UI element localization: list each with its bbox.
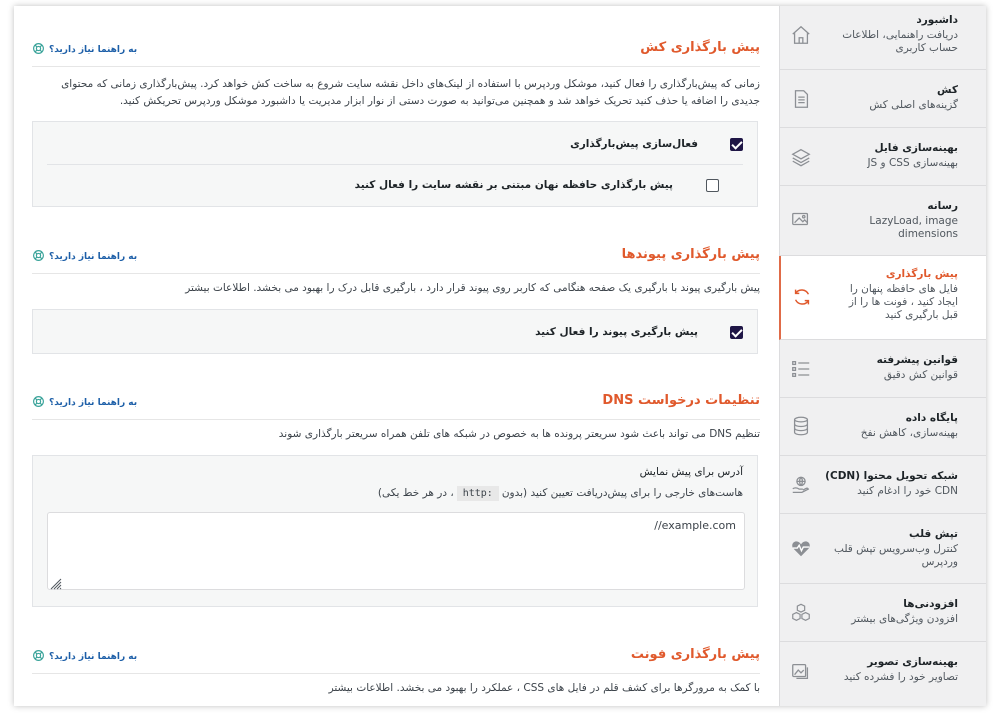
section-font-preload-header: پیش بارگذاری فونت به راهنما نیاز دارید؟ xyxy=(32,647,760,674)
link-preload-options-box: پیش بارگیری پیوند را فعال کنید xyxy=(32,309,758,354)
dns-field-label: آدرس برای پیش نمایش xyxy=(639,466,743,478)
lifebuoy-icon xyxy=(32,395,45,411)
sidebar-item-addons[interactable]: افزودنی‌ها افزودن ویژگی‌های بیشتر xyxy=(780,584,986,642)
sidebar-item-title: شبکه تحویل محتوا (CDN) xyxy=(825,470,958,482)
section-description: تنظیم DNS می تواند باعث شود سریعتر پروند… xyxy=(278,428,760,440)
help-link-label: به راهنما نیاز دارید؟ xyxy=(49,252,138,262)
database-icon xyxy=(790,415,812,437)
help-link[interactable]: به راهنما نیاز دارید؟ xyxy=(32,42,137,58)
sidebar-item-advanced-rules[interactable]: قوانین پیشرفته قوانین کش دقیق xyxy=(780,340,986,398)
sidebar-item-desc: کنترل وب‌سرویس تپش قلب وردپرس xyxy=(834,543,958,568)
link-preload-checkbox[interactable] xyxy=(730,326,743,339)
help-link-label: به راهنما نیاز دارید؟ xyxy=(49,398,138,408)
sidebar-item-media[interactable]: رسانه LazyLoad, image dimensions xyxy=(780,186,986,256)
section-title: پیش بارگذاری پیوندها xyxy=(621,247,760,262)
sidebar-item-database[interactable]: پایگاه داده بهینه‌سازی، کاهش نفخ xyxy=(780,398,986,456)
help-link-label: به راهنما نیاز دارید؟ xyxy=(49,652,138,662)
dns-hint-before: هاست‌های خارجی را برای پیش‌دریافت تعیین … xyxy=(501,487,743,499)
help-link[interactable]: به راهنما نیاز دارید؟ xyxy=(32,249,137,265)
cubes-icon xyxy=(790,602,812,624)
sidebar-item-heartbeat[interactable]: تپش قلب کنترل وب‌سرویس تپش قلب وردپرس xyxy=(780,514,986,584)
lifebuoy-icon xyxy=(32,649,45,665)
option-label: فعال‌سازی پیش‌بارگذاری xyxy=(570,138,698,150)
section-description: با کمک به مرورگرها برای کشف قلم در فایل … xyxy=(328,682,760,694)
sidebar-item-title: بهینه‌سازی فایل xyxy=(874,142,958,154)
home-icon xyxy=(790,24,812,46)
sidebar-item-file-optimization[interactable]: بهینه‌سازی فایل بهینه‌سازی CSS و JS xyxy=(780,128,986,186)
lifebuoy-icon xyxy=(32,42,45,58)
list-icon xyxy=(790,358,812,380)
sidebar-item-cdn[interactable]: شبکه تحویل محتوا (CDN) CDN خود را ادغام … xyxy=(780,456,986,514)
image-optimize-icon xyxy=(790,660,812,682)
sidebar-item-title: افزودنی‌ها xyxy=(903,598,958,610)
main-content: پیش بارگذاری کش به راهنما نیاز دارید؟ زم… xyxy=(14,6,780,706)
sidebar-item-title: کش xyxy=(937,84,958,96)
sidebar-item-desc: تصاویر خود را فشرده کنید xyxy=(843,671,958,683)
sidebar-nav: داشبورد دریافت راهنمایی، اطلاعات حساب کا… xyxy=(779,6,986,706)
section-title: تنظیمات درخواست DNS xyxy=(602,393,760,408)
section-description: پیش بارگیری پیوند با بارگیری یک صفحه هنگ… xyxy=(185,282,760,294)
sitemap-preload-checkbox[interactable] xyxy=(706,179,719,192)
help-link[interactable]: به راهنما نیاز دارید؟ xyxy=(32,649,137,665)
sidebar-item-desc: CDN خود را ادغام کنید xyxy=(857,485,958,497)
sidebar-item-desc: بهینه‌سازی، کاهش نفخ xyxy=(860,427,958,439)
dns-prefetch-textarea[interactable]: //example.com xyxy=(47,512,745,590)
dns-field-hint: هاست‌های خارجی را برای پیش‌دریافت تعیین … xyxy=(378,486,743,501)
enable-preload-checkbox[interactable] xyxy=(730,138,743,151)
section-cache-preload-header: پیش بارگذاری کش به راهنما نیاز دارید؟ xyxy=(32,40,760,67)
resize-grip-icon[interactable] xyxy=(50,575,62,590)
sidebar-item-title: بهینه‌سازی تصویر xyxy=(867,656,958,668)
option-row-link-preload[interactable]: پیش بارگیری پیوند را فعال کنید xyxy=(47,322,743,346)
refresh-icon xyxy=(791,286,813,308)
section-dns-header: تنظیمات درخواست DNS به راهنما نیاز دارید… xyxy=(32,393,760,420)
sidebar-item-desc: دریافت راهنمایی، اطلاعات حساب کاربری xyxy=(842,29,958,54)
textarea-value: //example.com xyxy=(654,519,736,532)
help-link[interactable]: به راهنما نیاز دارید؟ xyxy=(32,395,137,411)
layers-icon xyxy=(790,146,812,168)
sidebar-item-desc: LazyLoad, image dimensions xyxy=(869,215,958,240)
sidebar-item-dashboard[interactable]: داشبورد دریافت راهنمایی، اطلاعات حساب کا… xyxy=(780,6,986,70)
section-description: زمانی که پیش‌بارگذاری را فعال کنید، موشک… xyxy=(61,78,760,107)
dns-hint-code: http: xyxy=(456,486,499,501)
sidebar-item-title: داشبورد xyxy=(916,14,958,26)
dns-hint-after: ، در هر خط یکی) xyxy=(377,487,454,499)
option-divider xyxy=(47,164,743,165)
lifebuoy-icon xyxy=(32,249,45,265)
cdn-hand-icon xyxy=(790,474,812,496)
image-icon xyxy=(790,208,812,230)
sidebar-item-desc: قوانین کش دقیق xyxy=(883,369,958,381)
option-label: پیش بارگذاری حافظه نهان مبتنی بر نقشه سا… xyxy=(354,179,673,191)
section-title: پیش بارگذاری کش xyxy=(640,40,760,55)
sidebar-item-title: پیش بارگذاری xyxy=(885,268,958,280)
option-row-sitemap-preload[interactable]: پیش بارگذاری حافظه نهان مبتنی بر نقشه سا… xyxy=(47,175,743,199)
heartbeat-icon xyxy=(790,537,812,559)
help-link-label: به راهنما نیاز دارید؟ xyxy=(49,45,138,55)
dns-prefetch-box: آدرس برای پیش نمایش هاست‌های خارجی را بر… xyxy=(32,455,758,607)
sidebar-item-preload[interactable]: پیش بارگذاری فایل های حافظه پنهان را ایج… xyxy=(779,256,986,340)
sidebar-item-desc: فایل های حافظه پنهان را ایجاد کنید ، فون… xyxy=(848,283,958,321)
section-title: پیش بارگذاری فونت xyxy=(630,647,760,662)
sidebar-item-desc: گزینه‌های اصلی کش xyxy=(869,99,958,111)
sidebar-item-image-optimization[interactable]: بهینه‌سازی تصویر تصاویر خود را فشرده کنی… xyxy=(780,642,986,706)
sidebar-item-title: پایگاه داده xyxy=(905,412,958,424)
document-icon xyxy=(790,88,812,110)
cache-preload-options-box: فعال‌سازی پیش‌بارگذاری پیش بارگذاری حافظ… xyxy=(32,121,758,207)
settings-window: داشبورد دریافت راهنمایی، اطلاعات حساب کا… xyxy=(14,6,986,706)
sidebar-item-title: رسانه xyxy=(927,200,958,212)
option-label: پیش بارگیری پیوند را فعال کنید xyxy=(535,326,698,338)
option-row-enable-preload[interactable]: فعال‌سازی پیش‌بارگذاری xyxy=(47,134,743,158)
sidebar-item-title: قوانین پیشرفته xyxy=(876,354,958,366)
sidebar-item-title: تپش قلب xyxy=(908,528,958,540)
sidebar-item-cache[interactable]: کش گزینه‌های اصلی کش xyxy=(780,70,986,128)
section-link-preload-header: پیش بارگذاری پیوندها به راهنما نیاز داری… xyxy=(32,247,760,274)
sidebar-item-desc: بهینه‌سازی CSS و JS xyxy=(867,157,958,169)
sidebar-item-desc: افزودن ویژگی‌های بیشتر xyxy=(851,613,958,625)
